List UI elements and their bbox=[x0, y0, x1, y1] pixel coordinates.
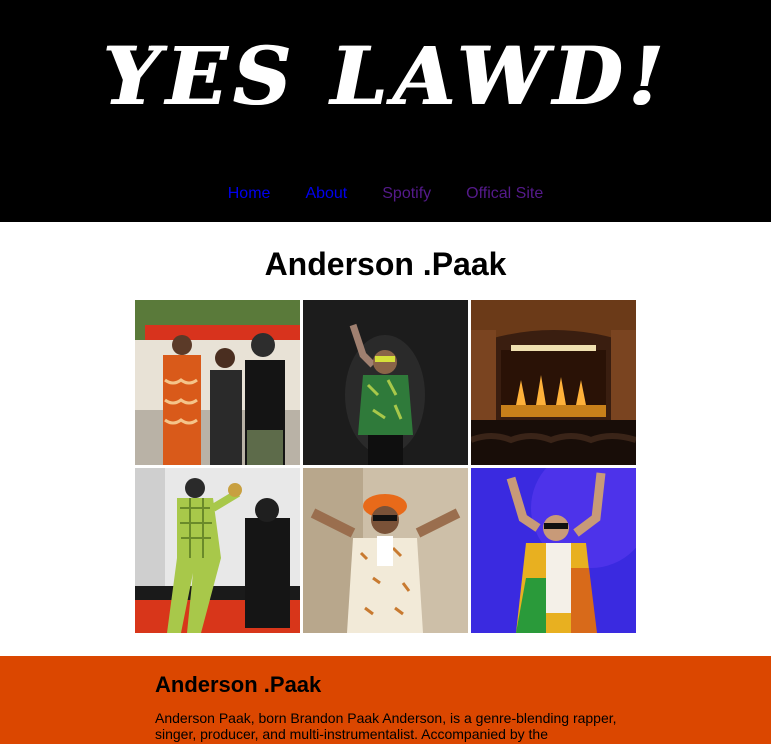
page-title: Anderson .Paak bbox=[264, 246, 507, 282]
site-title: YES LAWD! bbox=[102, 29, 669, 123]
gallery-photo-performer-dark bbox=[303, 300, 468, 465]
photo-gallery bbox=[135, 300, 636, 633]
gallery-photo-grammy-suit bbox=[135, 468, 300, 633]
nav-link-official-site[interactable]: Offical Site bbox=[466, 185, 543, 203]
bio-text: Anderson Paak, born Brandon Paak Anderso… bbox=[155, 710, 617, 742]
nav-link-about[interactable]: About bbox=[305, 185, 347, 203]
main-nav: Home About Spotify Offical Site bbox=[0, 185, 771, 203]
gallery-photo-trio bbox=[135, 300, 300, 465]
gallery-photo-purple-stage bbox=[471, 468, 636, 633]
bio-title: Anderson .Paak bbox=[155, 672, 322, 697]
nav-link-home[interactable]: Home bbox=[228, 185, 271, 203]
gallery-photo-bucket-hat bbox=[303, 468, 468, 633]
site-header: YES LAWD! Home About Spotify Offical Sit… bbox=[0, 0, 771, 222]
bio-section: Anderson .Paak Anderson Paak, born Brand… bbox=[0, 656, 771, 744]
nav-link-spotify[interactable]: Spotify bbox=[382, 185, 431, 203]
gallery-photo-concert-hall bbox=[471, 300, 636, 465]
